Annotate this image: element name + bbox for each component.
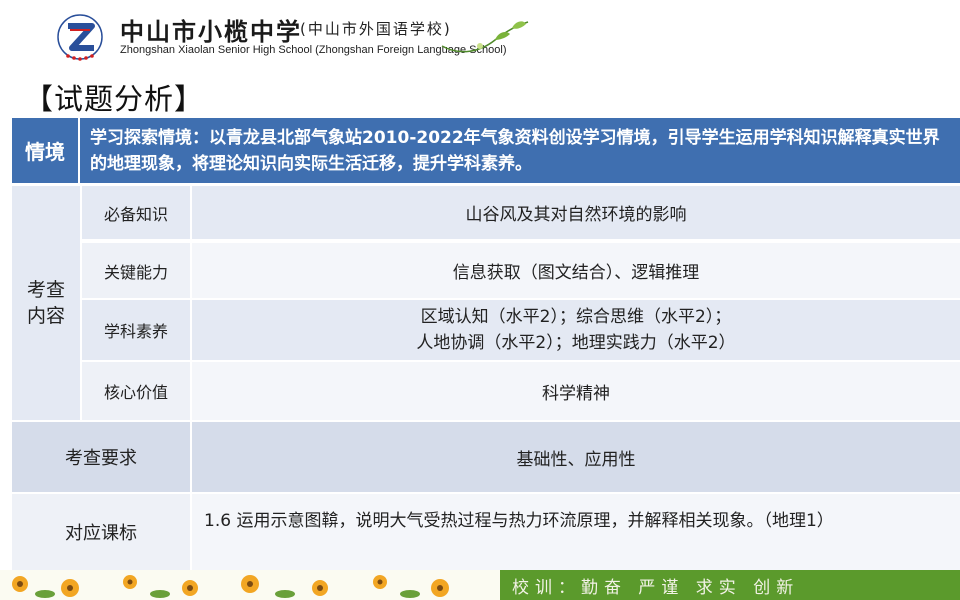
situation-label: 情境	[12, 118, 80, 183]
section-title: 【试题分析】	[24, 82, 205, 116]
school-motto: 校训：勤奋 严谨 求实 创新	[512, 578, 800, 598]
situation-text: 学习探索情境：以青龙县北部气象站2010-2022年气象资料创设学习情境，引导学…	[80, 118, 960, 183]
requirement-label: 考查要求	[12, 422, 190, 492]
school-header: 中山市小榄中学 (中山市外国语学校) Zhongshan Xiaolan Sen…	[0, 0, 960, 70]
standard-label: 对应课标	[12, 494, 190, 570]
row-value-ability: 信息获取（图文结合）、逻辑推理	[192, 243, 960, 298]
row-label-literacy: 学科素养	[82, 300, 190, 360]
standard-value: 1.6 运用示意图鞥，说明大气受热过程与热力环流原理，并解释相关现象。（地理1）	[192, 494, 960, 570]
row-value-value: 科学精神	[192, 362, 960, 420]
school-name-cn: 中山市小榄中学	[120, 17, 302, 46]
row-label-ability: 关键能力	[82, 243, 190, 298]
row-value-knowledge: 山谷风及其对自然环境的影响	[192, 186, 960, 241]
school-name-cn-sub: (中山市外国语学校)	[300, 20, 452, 38]
school-logo-icon	[57, 14, 103, 61]
exam-content-label: 考查 内容	[12, 186, 80, 420]
footer: 校训：勤奋 严谨 求实 创新	[0, 570, 960, 600]
analysis-table: 情境 学习探索情境：以青龙县北部气象站2010-2022年气象资料创设学习情境，…	[12, 118, 960, 570]
vine-decoration-icon	[441, 21, 529, 53]
row-value-literacy: 区域认知（水平2）；综合思维（水平2）； 人地协调（水平2）；地理实践力（水平2…	[192, 300, 960, 360]
row-label-value: 核心价值	[82, 362, 190, 420]
row-label-knowledge: 必备知识	[82, 186, 190, 241]
requirement-value: 基础性、应用性	[192, 422, 960, 492]
flower-decoration-icon	[0, 570, 500, 600]
